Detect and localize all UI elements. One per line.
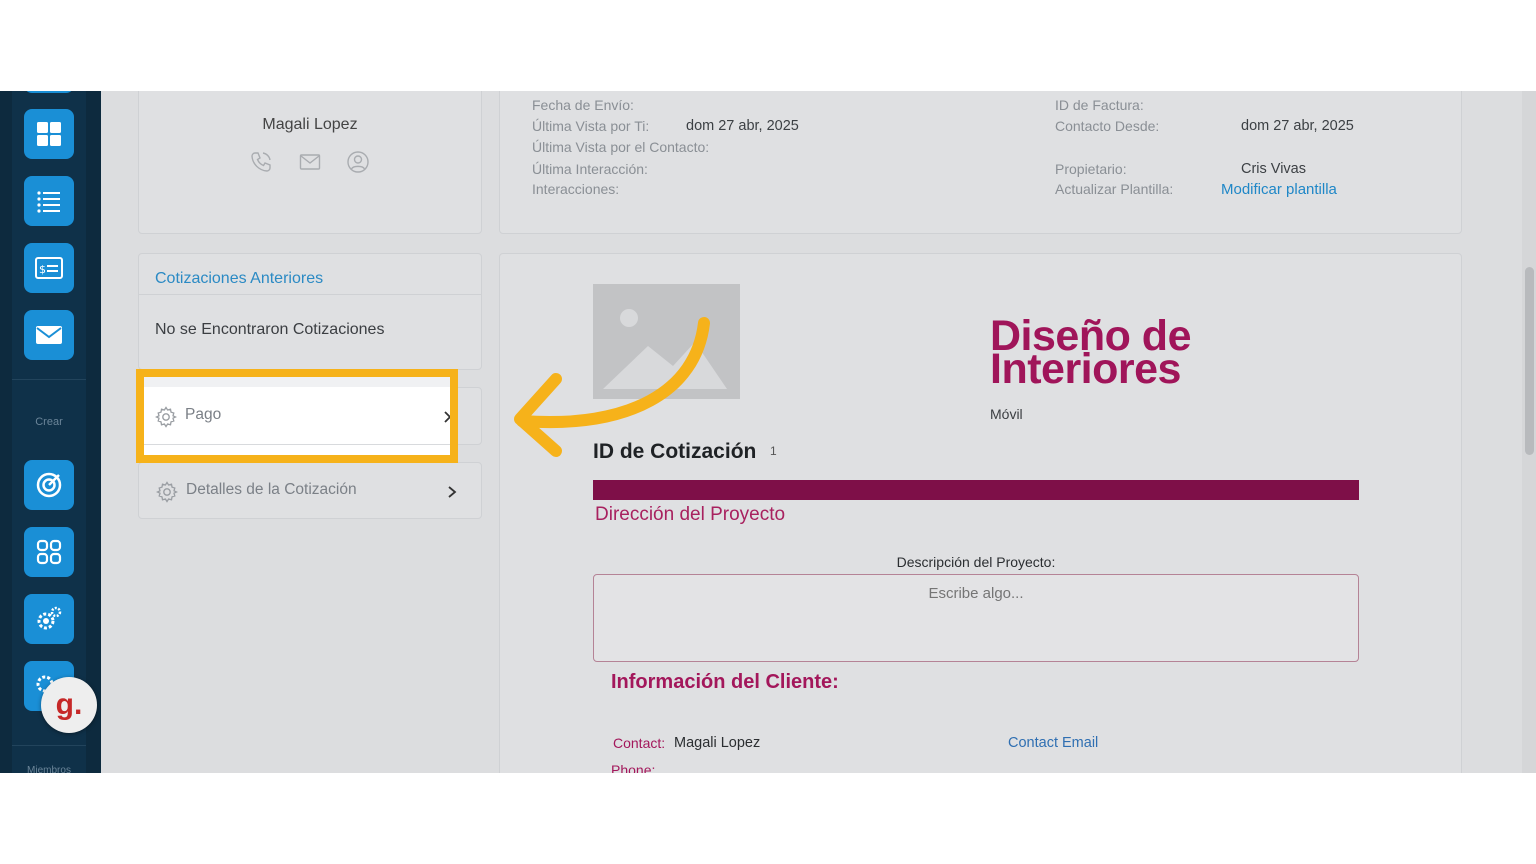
sidebar-item-target[interactable]	[24, 460, 74, 510]
previous-quotes-empty: No se Encontraron Cotizaciones	[155, 321, 385, 338]
phone-icon[interactable]	[249, 150, 273, 174]
tutorial-arrow-icon	[514, 317, 710, 457]
id-factura-label: ID de Factura:	[1055, 97, 1144, 113]
previous-quotes-divider	[139, 294, 481, 295]
app-viewport: $ Crear Miembros g. Magali Lopez Fecha d…	[0, 91, 1536, 773]
detalles-cotizacion-label: Detalles de la Cotización	[186, 481, 357, 498]
sidebar-section-miembros: Miembros	[27, 765, 71, 773]
svg-text:$: $	[39, 263, 46, 276]
page-scrollbar-thumb[interactable]	[1525, 267, 1534, 455]
actualizar-plantilla-label: Actualizar Plantilla:	[1055, 181, 1174, 197]
envelope-icon	[36, 326, 62, 344]
sidebar: $ Crear Miembros	[0, 91, 101, 773]
contact-email-link[interactable]: Contact Email	[1008, 735, 1098, 751]
contact-card: Magali Lopez	[138, 91, 482, 234]
contact-name: Magali Lopez	[262, 116, 358, 133]
movil-label: Móvil	[990, 406, 1023, 422]
ultima-vista-contacto-label: Última Vista por el Contacto:	[532, 139, 710, 155]
gears-icon	[37, 606, 62, 630]
sidebar-item-apps[interactable]	[24, 527, 74, 577]
sidebar-item-mail[interactable]	[24, 310, 74, 360]
project-description-input[interactable]	[593, 574, 1359, 662]
ultima-interaccion-label: Última Interacción:	[532, 161, 648, 177]
contact-value: Magali Lopez	[674, 735, 761, 751]
sidebar-section-crear: Crear	[35, 416, 63, 428]
sidebar-item-list[interactable]	[24, 176, 74, 226]
previous-quotes-card: Cotizaciones Anteriores No se Encontraro…	[138, 253, 482, 370]
project-description-label: Descripción del Proyecto:	[896, 554, 1056, 570]
phone-key: Phone:	[611, 762, 656, 773]
contacto-desde-label: Contacto Desde:	[1055, 118, 1160, 134]
propietario-label: Propietario:	[1055, 161, 1127, 177]
contact-key: Contact:	[613, 735, 666, 751]
document-divider-bar	[593, 480, 1359, 500]
quote-id-number: 1	[770, 444, 777, 458]
support-avatar-button[interactable]: g.	[41, 677, 97, 733]
sidebar-item-partial[interactable]	[24, 91, 74, 93]
company-brand-title: Diseño de Interiores	[990, 315, 1192, 393]
sidebar-item-settings[interactable]	[24, 594, 74, 644]
target-icon	[36, 472, 62, 498]
dashboard-grid-icon	[37, 122, 61, 146]
ultima-vista-ti-label: Última Vista por Ti:	[532, 118, 650, 134]
brand-line-2: Interiores	[990, 345, 1181, 393]
sidebar-divider	[12, 379, 86, 380]
previous-quotes-title: Cotizaciones Anteriores	[155, 270, 324, 287]
sidebar-divider-bottom	[12, 745, 86, 746]
sidebar-item-dashboard[interactable]	[24, 109, 74, 159]
modificar-plantilla-link[interactable]: Modificar plantilla	[1221, 181, 1337, 198]
project-address-label: Dirección del Proyecto	[595, 504, 786, 525]
interacciones-label: Interacciones:	[532, 181, 620, 197]
fecha-envio-label: Fecha de Envío:	[532, 97, 634, 113]
propietario-value: Cris Vivas	[1241, 161, 1306, 177]
user-profile-icon[interactable]	[346, 150, 370, 174]
list-icon	[37, 191, 60, 213]
contacto-desde-value: dom 27 abr, 2025	[1241, 118, 1354, 134]
detalles-cotizacion-accordion[interactable]: Detalles de la Cotización	[138, 462, 482, 519]
ultima-vista-ti-value: dom 27 abr, 2025	[686, 118, 799, 134]
client-info-title: Información del Cliente:	[611, 671, 839, 693]
sidebar-item-payments[interactable]: $	[24, 243, 74, 293]
chevron-right-icon	[448, 486, 457, 498]
apps-grid-icon	[36, 539, 62, 565]
invoice-dollar-icon: $	[35, 257, 63, 279]
tutorial-highlight-box	[136, 369, 458, 463]
gear-icon	[155, 481, 179, 503]
email-icon[interactable]	[298, 150, 322, 174]
